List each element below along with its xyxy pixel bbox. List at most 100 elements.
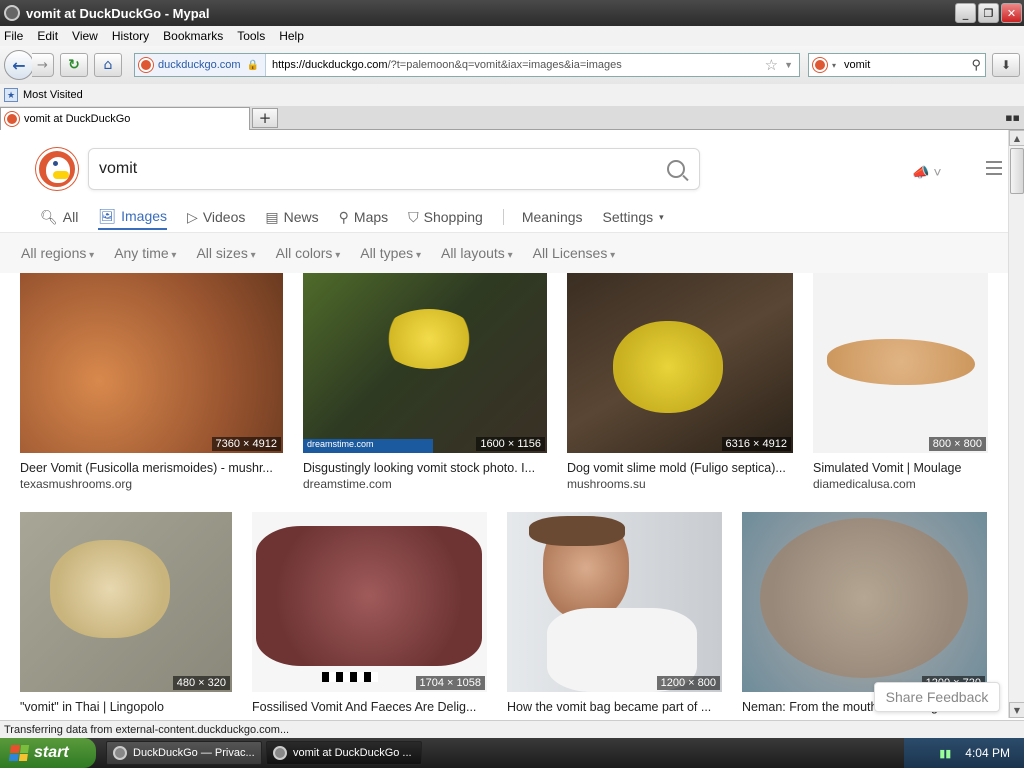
filter-type[interactable]: All types xyxy=(360,245,421,261)
scroll-down-icon[interactable]: ▼ xyxy=(1009,702,1024,718)
settings-dropdown[interactable]: Settings ▾ xyxy=(603,204,664,230)
taskbar-item-label: vomit at DuckDuckGo ... xyxy=(293,747,412,759)
image-result[interactable]: dreamstime.com 1600 × 1156 Disgustingly … xyxy=(303,273,547,491)
tab-meanings-label: Meanings xyxy=(521,209,583,225)
scale-bar xyxy=(322,672,378,682)
duckduckgo-favicon-icon xyxy=(139,58,153,72)
image-result[interactable]: 6316 × 4912 Dog vomit slime mold (Fuligo… xyxy=(567,273,793,491)
hamburger-menu-icon[interactable] xyxy=(986,161,1002,179)
ddg-vertical-tabs: 🔍︎ All 🖼︎ Images ▷ Videos ▤ News ⚲ Maps ⛉ Shop… xyxy=(40,204,684,230)
maximize-button[interactable]: ❐ xyxy=(978,3,999,23)
filter-time[interactable]: Any time xyxy=(114,245,176,261)
result-thumbnail[interactable]: dreamstime.com 1600 × 1156 xyxy=(303,273,547,453)
close-button[interactable]: ✕ xyxy=(1001,3,1022,23)
result-thumbnail[interactable]: 6316 × 4912 xyxy=(567,273,793,453)
back-button[interactable]: ← xyxy=(4,50,34,80)
bookmark-most-visited[interactable]: Most Visited xyxy=(23,89,83,101)
filter-region[interactable]: All regions xyxy=(21,245,94,261)
filter-color[interactable]: All colors xyxy=(276,245,341,261)
image-result[interactable]: 7360 × 4912 Deer Vomit (Fusicolla merism… xyxy=(20,273,283,491)
result-thumbnail[interactable]: 480 × 320 xyxy=(20,512,232,692)
menu-bookmarks[interactable]: Bookmarks xyxy=(163,29,223,43)
duckduckgo-logo[interactable] xyxy=(36,148,78,190)
filter-license[interactable]: All Licenses xyxy=(533,245,616,261)
result-source[interactable]: diamedicalusa.com xyxy=(813,477,988,491)
scroll-up-icon[interactable]: ▲ xyxy=(1009,130,1024,146)
menu-edit[interactable]: Edit xyxy=(37,29,58,43)
scrollbar-thumb[interactable] xyxy=(1010,148,1024,194)
network-icon[interactable]: ▮▮ xyxy=(939,747,951,760)
search-icon[interactable] xyxy=(667,160,685,178)
image-result[interactable]: 1704 × 1058 Fossilised Vomit And Faeces … xyxy=(252,512,487,714)
start-button[interactable]: start xyxy=(0,738,96,768)
result-thumbnail[interactable]: 1200 × 800 xyxy=(507,512,722,692)
page-content: vomit 📣 ˅ 🔍︎ All 🖼︎ Images ▷ Videos ▤ News ⚲… xyxy=(0,130,1008,720)
tab-images-label: Images xyxy=(121,208,168,224)
result-caption[interactable]: Fossilised Vomit And Faeces Are Delig... xyxy=(252,700,487,714)
url-dropdown-icon[interactable]: ▼ xyxy=(784,60,793,70)
filter-size[interactable]: All sizes xyxy=(196,245,255,261)
result-thumbnail[interactable]: 1704 × 1058 xyxy=(252,512,487,692)
megaphone-icon[interactable]: 📣 ˅ xyxy=(912,164,942,181)
menu-view[interactable]: View xyxy=(72,29,98,43)
menu-history[interactable]: History xyxy=(112,29,149,43)
result-caption[interactable]: Deer Vomit (Fusicolla merismoides) - mus… xyxy=(20,461,283,475)
browser-search-bar[interactable]: ▾ vomit ⚲ xyxy=(808,53,986,77)
tab-news[interactable]: ▤ News xyxy=(265,204,318,230)
image-result[interactable]: 1200 × 800 How the vomit bag became part… xyxy=(507,512,722,714)
tab-videos[interactable]: ▷ Videos xyxy=(187,204,245,230)
vertical-scrollbar[interactable]: ▲ ▼ xyxy=(1008,130,1024,718)
ddg-search-query: vomit xyxy=(99,160,138,177)
downloads-button[interactable]: ⬇ xyxy=(992,53,1020,77)
menu-tools[interactable]: Tools xyxy=(237,29,265,43)
bookmark-star-icon[interactable]: ☆ xyxy=(765,56,778,74)
site-identity-button[interactable]: duckduckgo.com 🔒 xyxy=(135,54,266,76)
image-result[interactable]: 800 × 800 Simulated Vomit | Moulage diam… xyxy=(813,273,988,491)
clock[interactable]: 4:04 PM xyxy=(965,746,1010,760)
tab-images[interactable]: 🖼︎ Images xyxy=(98,204,168,230)
menu-file[interactable]: File xyxy=(4,29,23,43)
result-source[interactable]: texasmushrooms.org xyxy=(20,477,283,491)
list-all-tabs-icon[interactable]: ▪▪ xyxy=(1005,111,1020,124)
url-text[interactable]: https://duckduckgo.com/?t=palemoon&q=vom… xyxy=(266,59,765,71)
result-caption[interactable]: Disgustingly looking vomit stock photo. … xyxy=(303,461,547,475)
taskbar-item-vomit[interactable]: vomit at DuckDuckGo ... xyxy=(266,741,422,765)
taskbar-item-ddg-privacy[interactable]: DuckDuckGo — Privac... xyxy=(106,741,262,765)
search-engine-icon[interactable] xyxy=(813,58,827,72)
result-thumbnail[interactable]: 800 × 800 xyxy=(813,273,988,453)
reload-button[interactable]: ↻ xyxy=(60,53,88,77)
result-source[interactable]: mushrooms.su xyxy=(567,477,793,491)
tab-label: vomit at DuckDuckGo xyxy=(24,113,131,125)
filter-layout[interactable]: All layouts xyxy=(441,245,513,261)
url-bar[interactable]: duckduckgo.com 🔒 https://duckduckgo.com/… xyxy=(134,53,800,77)
result-source[interactable]: dreamstime.com xyxy=(303,477,547,491)
engine-dropdown-icon[interactable]: ▾ xyxy=(832,61,836,70)
mypal-app-icon xyxy=(113,746,127,760)
minimize-button[interactable]: _ xyxy=(955,3,976,23)
result-caption[interactable]: "vomit" in Thai | Lingopolo xyxy=(20,700,232,714)
window-title: vomit at DuckDuckGo - Mypal xyxy=(26,5,210,21)
result-caption[interactable]: Simulated Vomit | Moulage xyxy=(813,461,988,475)
tab-duckduckgo[interactable]: vomit at DuckDuckGo xyxy=(0,107,250,130)
share-feedback-button[interactable]: Share Feedback xyxy=(874,682,1000,712)
tab-all[interactable]: 🔍︎ All xyxy=(40,204,78,230)
tab-meanings[interactable]: Meanings xyxy=(522,204,583,230)
status-bar: Transferring data from external-content.… xyxy=(0,720,1024,738)
bookmark-folder-icon: ★ xyxy=(4,88,18,102)
result-thumbnail[interactable]: 7360 × 4912 xyxy=(20,273,283,453)
tab-maps-label: Maps xyxy=(353,209,389,225)
new-tab-button[interactable]: + xyxy=(252,108,278,128)
result-thumbnail[interactable]: 1200 × 720 xyxy=(742,512,987,692)
forward-button[interactable]: → xyxy=(32,53,54,77)
search-icon[interactable]: ⚲ xyxy=(971,57,981,73)
result-caption[interactable]: Dog vomit slime mold (Fuligo septica)... xyxy=(567,461,793,475)
ddg-search-input[interactable]: vomit xyxy=(88,148,700,190)
tab-shopping[interactable]: ⛉ Shopping xyxy=(408,204,483,230)
image-result[interactable]: 480 × 320 "vomit" in Thai | Lingopolo xyxy=(20,512,232,714)
home-button[interactable]: ⌂ xyxy=(94,53,122,77)
menu-help[interactable]: Help xyxy=(279,29,304,43)
tab-strip: vomit at DuckDuckGo + ▪▪ xyxy=(0,106,1024,130)
result-caption[interactable]: How the vomit bag became part of ... xyxy=(507,700,722,714)
status-text: Transferring data from external-content.… xyxy=(4,723,290,736)
tab-maps[interactable]: ⚲ Maps xyxy=(339,204,389,230)
